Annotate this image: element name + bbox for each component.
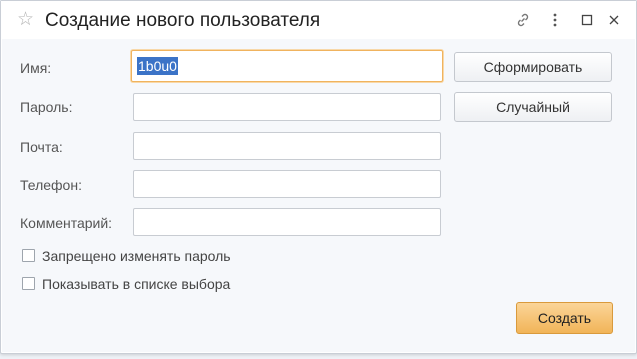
dialog-window: ☆ Создание нового пользователя Имя: 1b0u… xyxy=(0,0,637,354)
create-button[interactable]: Создать xyxy=(516,302,613,334)
show-in-selection-list-label: Показывать в списке выбора xyxy=(42,276,231,292)
more-icon[interactable] xyxy=(546,11,564,29)
show-in-selection-list-checkbox[interactable] xyxy=(22,277,35,290)
forbid-password-change-label: Запрещено изменять пароль xyxy=(42,248,231,264)
comment-label: Комментарий: xyxy=(20,215,113,231)
name-input[interactable]: 1b0u0 xyxy=(131,50,443,82)
comment-input[interactable] xyxy=(133,208,441,236)
window-title: Создание нового пользователя xyxy=(45,10,321,31)
password-input[interactable] xyxy=(133,93,441,121)
star-icon[interactable]: ☆ xyxy=(17,10,34,30)
maximize-icon[interactable] xyxy=(578,11,596,29)
forbid-password-change-checkbox[interactable] xyxy=(22,249,35,262)
name-input-value: 1b0u0 xyxy=(137,57,178,75)
form-area: Имя: 1b0u0 Пароль: Почта: Телефон: Комме… xyxy=(2,39,635,352)
close-icon[interactable] xyxy=(605,11,623,29)
email-label: Почта: xyxy=(20,139,63,155)
password-label: Пароль: xyxy=(20,99,73,115)
phone-label: Телефон: xyxy=(20,177,82,193)
random-button[interactable]: Случайный xyxy=(454,92,612,122)
name-label: Имя: xyxy=(20,60,52,76)
phone-input[interactable] xyxy=(133,170,441,198)
titlebar: ☆ Создание нового пользователя xyxy=(1,1,636,39)
generate-button[interactable]: Сформировать xyxy=(454,52,612,82)
email-input[interactable] xyxy=(133,132,441,160)
link-icon[interactable] xyxy=(514,11,532,29)
